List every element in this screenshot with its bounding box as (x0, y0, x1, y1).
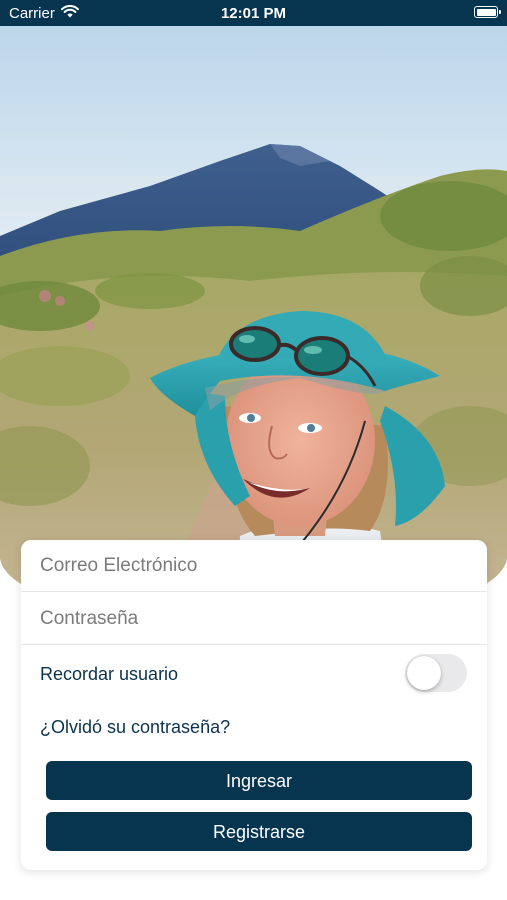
login-card: Recordar usuario ¿Olvidó su contraseña? … (21, 540, 487, 870)
register-button[interactable]: Registrarse (46, 812, 472, 851)
email-field-row (21, 540, 487, 592)
email-field[interactable] (40, 552, 460, 580)
password-field-row (21, 593, 487, 645)
remember-user-label: Recordar usuario (40, 664, 179, 684)
password-field[interactable] (40, 605, 460, 633)
status-time: 12:01 PM (220, 5, 287, 22)
login-button[interactable]: Ingresar (46, 761, 472, 800)
toggle-knob (407, 656, 441, 690)
hero-photo (0, 26, 507, 626)
login-screen: Carrier 12:01 PM Correo Electrónico Reco… (0, 0, 507, 900)
remember-user-toggle[interactable] (405, 654, 467, 692)
forgot-password-link[interactable]: ¿Olvidó su contraseña? (40, 717, 230, 738)
battery-icon (474, 6, 501, 18)
status-bar: Carrier 12:01 PM (0, 0, 507, 26)
